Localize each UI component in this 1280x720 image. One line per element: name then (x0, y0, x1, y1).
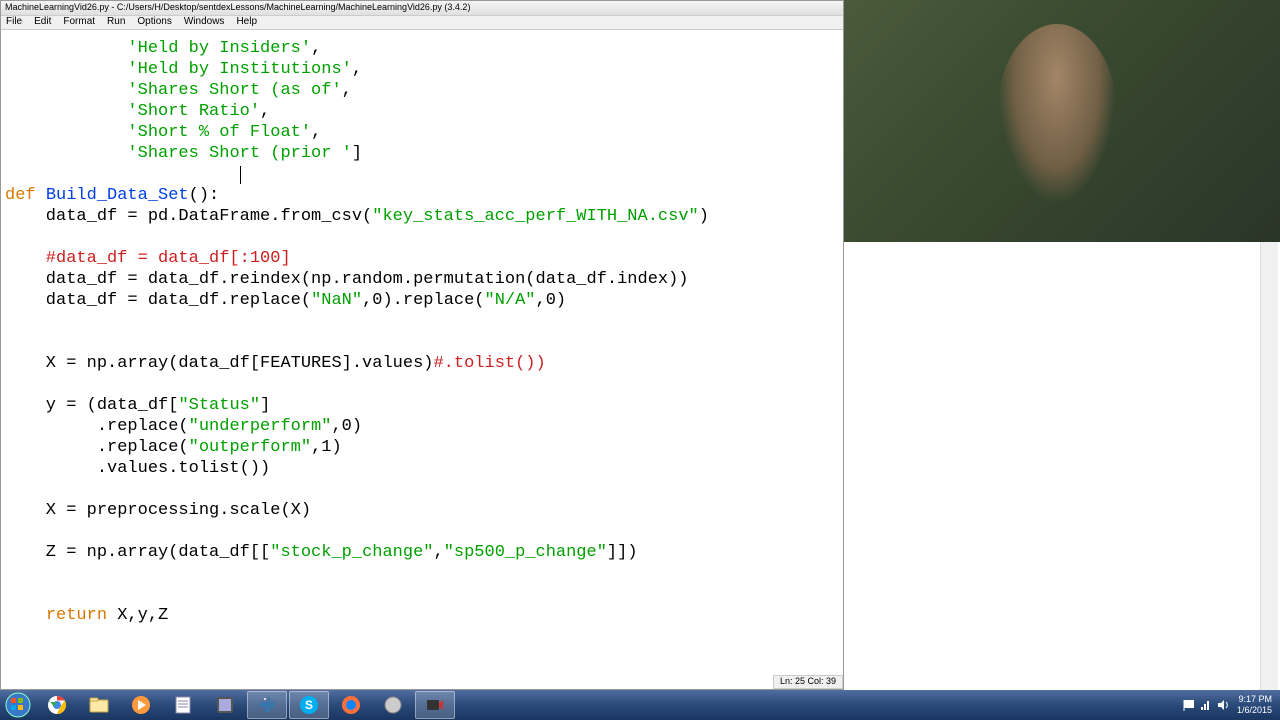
editor-statusbar: Ln: 25 Col: 39 (773, 675, 843, 689)
tray-flag-icon[interactable] (1182, 698, 1196, 712)
menu-bar: File Edit Format Run Options Windows Hel… (1, 16, 843, 30)
svg-text:S: S (305, 698, 313, 712)
taskbar-app-generic[interactable] (373, 691, 413, 719)
idle-editor-window: MachineLearningVid26.py - C:/Users/H/Des… (0, 0, 844, 690)
taskbar-explorer[interactable] (79, 691, 119, 719)
taskbar-firefox[interactable] (331, 691, 371, 719)
tray-network-icon[interactable] (1199, 698, 1213, 712)
taskbar-recorder[interactable] (415, 691, 455, 719)
taskbar-media-player[interactable] (121, 691, 161, 719)
taskbar-python-idle[interactable] (247, 691, 287, 719)
text-cursor (240, 166, 241, 184)
start-button[interactable] (0, 690, 36, 720)
menu-options[interactable]: Options (134, 16, 174, 29)
taskbar-notepad[interactable] (163, 691, 203, 719)
tray-volume-icon[interactable] (1216, 698, 1230, 712)
desktop-area (844, 242, 1280, 690)
menu-windows[interactable]: Windows (181, 16, 228, 29)
menu-file[interactable]: File (3, 16, 25, 29)
menu-help[interactable]: Help (233, 16, 260, 29)
menu-edit[interactable]: Edit (31, 16, 54, 29)
window-titlebar[interactable]: MachineLearningVid26.py - C:/Users/H/Des… (1, 1, 843, 16)
menu-run[interactable]: Run (104, 16, 128, 29)
vertical-scrollbar[interactable] (1260, 242, 1278, 690)
taskbar-text-editor[interactable] (205, 691, 245, 719)
windows-taskbar: S 9:17 PM 1/6/2015 (0, 690, 1280, 720)
taskbar-chrome[interactable] (37, 691, 77, 719)
tray-clock[interactable]: 9:17 PM 1/6/2015 (1233, 694, 1276, 716)
webcam-overlay (844, 0, 1280, 242)
taskbar-skype[interactable]: S (289, 691, 329, 719)
code-editor[interactable]: 'Held by Insiders', 'Held by Institution… (1, 30, 843, 670)
system-tray: 9:17 PM 1/6/2015 (1182, 694, 1280, 716)
menu-format[interactable]: Format (60, 16, 98, 29)
